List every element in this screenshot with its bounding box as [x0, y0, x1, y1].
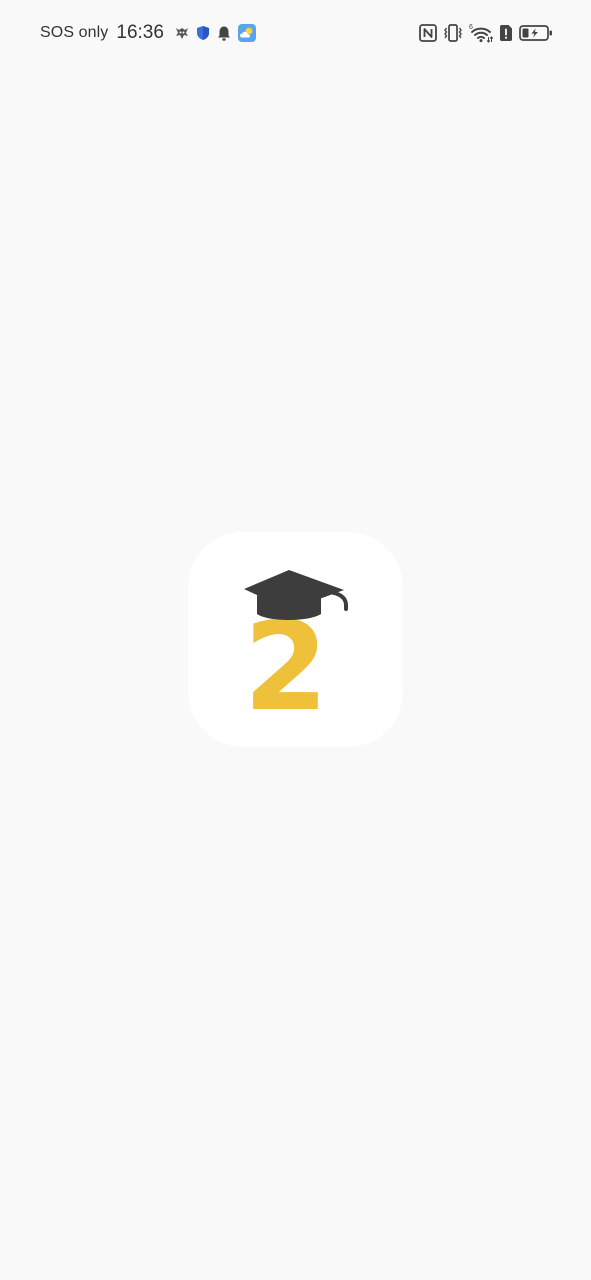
status-bar: SOS only 16:36 6 — [0, 0, 591, 66]
graduation-cap-icon — [244, 570, 348, 620]
status-bar-left: SOS only 16:36 — [40, 20, 256, 46]
wifi-icon: 6 — [469, 23, 493, 43]
battery-charging-icon — [519, 24, 553, 42]
app-logo-tile: 2 — [188, 532, 403, 747]
sim-alert-icon — [499, 24, 513, 42]
app-dragon-icon — [174, 25, 190, 41]
bell-icon — [216, 25, 232, 42]
svg-text:6: 6 — [469, 24, 473, 31]
carrier-label: SOS only — [40, 24, 109, 41]
status-bar-right: 6 — [419, 20, 553, 46]
shield-icon — [196, 25, 210, 41]
vibrate-icon — [443, 23, 463, 43]
nfc-icon — [419, 24, 437, 42]
status-clock: 16:36 — [116, 22, 164, 43]
app-logo: 2 — [244, 570, 348, 738]
weather-icon — [237, 24, 256, 42]
